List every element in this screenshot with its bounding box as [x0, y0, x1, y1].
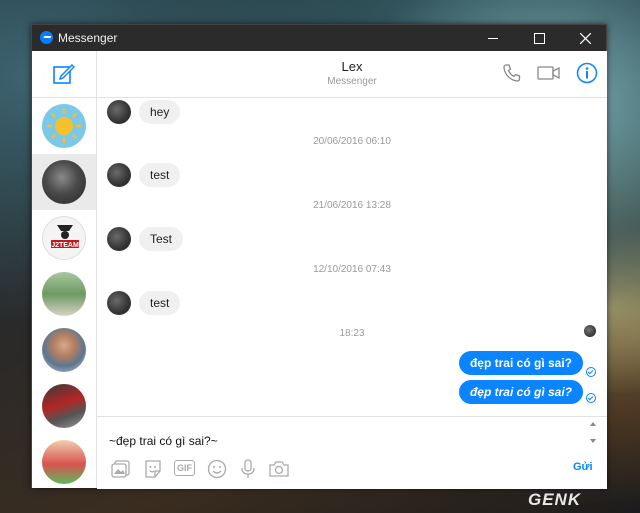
contact-item[interactable]	[32, 98, 96, 154]
maximize-icon	[533, 32, 545, 44]
contact-item[interactable]	[32, 266, 96, 322]
timestamp: 20/06/2016 06:10	[313, 136, 391, 147]
microphone-icon[interactable]	[238, 459, 258, 479]
message-row: Test	[97, 225, 607, 255]
watermark-logo: GENK	[528, 490, 582, 509]
person-avatar	[42, 272, 86, 316]
contact-item[interactable]	[32, 322, 96, 378]
message-composer: ~đẹp trai có gì sai?~ GIF Gửi	[97, 416, 607, 489]
outgoing-message[interactable]: đẹp trai có gì sai?	[458, 351, 583, 375]
timestamp: 18:23	[339, 328, 365, 339]
messenger-icon	[40, 31, 53, 44]
person-avatar	[42, 440, 86, 484]
emoji-icon[interactable]	[207, 459, 227, 479]
sender-avatar	[107, 291, 131, 315]
sender-avatar	[107, 163, 131, 187]
timestamp: 21/06/2016 13:28	[313, 200, 391, 211]
group-avatar	[42, 384, 86, 428]
sticker-icon[interactable]	[143, 459, 163, 479]
title-bar: Messenger	[32, 25, 606, 51]
contact-item-lex[interactable]	[32, 154, 96, 210]
j2team-logo: J2TEAM	[51, 225, 79, 249]
sent-check-icon	[586, 393, 596, 403]
sent-check-icon	[586, 367, 596, 377]
gif-icon[interactable]: GIF	[174, 460, 195, 476]
photo-icon[interactable]	[111, 459, 131, 479]
j2team-avatar: J2TEAM	[42, 216, 86, 260]
scroll-up-arrow[interactable]	[590, 422, 596, 426]
video-camera-icon[interactable]	[537, 63, 561, 83]
lex-avatar	[42, 160, 86, 204]
maximize-button[interactable]	[516, 25, 562, 51]
conversation-header: Lex Messenger	[97, 51, 607, 98]
messenger-window: Messenger J2TEAM Lex Messenger hey 20/06…	[31, 24, 607, 489]
timestamp: 12/10/2016 07:43	[313, 264, 391, 275]
contact-item[interactable]	[32, 378, 96, 434]
contact-item[interactable]: J2TEAM	[32, 210, 96, 266]
camera-icon[interactable]	[268, 459, 290, 479]
send-button[interactable]: Gửi	[573, 461, 593, 473]
info-icon[interactable]	[576, 62, 598, 84]
svg-text:J2TEAM: J2TEAM	[51, 242, 79, 249]
phone-icon[interactable]	[502, 63, 522, 83]
sender-avatar	[107, 227, 131, 251]
message-thread: hey 20/06/2016 06:10 test 21/06/2016 13:…	[97, 98, 607, 416]
contact-item[interactable]	[32, 434, 96, 488]
compose-icon[interactable]	[53, 63, 75, 85]
close-icon	[579, 32, 591, 44]
compose-area	[32, 51, 96, 98]
sun-icon	[47, 109, 81, 143]
conversation-sidebar: J2TEAM	[32, 51, 97, 488]
minimize-button[interactable]	[470, 25, 516, 51]
contact-name: Lex	[341, 59, 363, 74]
incoming-message[interactable]: test	[139, 291, 181, 315]
person-avatar	[42, 328, 86, 372]
incoming-message[interactable]: Test	[139, 227, 184, 251]
message-row: test	[97, 289, 607, 319]
sender-avatar	[107, 100, 131, 124]
contact-subtitle: Messenger	[327, 76, 377, 87]
incoming-message[interactable]: test	[139, 163, 181, 187]
scroll-down-arrow[interactable]	[590, 439, 596, 443]
message-input[interactable]: ~đẹp trai có gì sai?~	[109, 434, 218, 448]
window-title: Messenger	[58, 31, 118, 45]
sun-avatar	[42, 104, 86, 148]
close-button[interactable]	[562, 25, 608, 51]
outgoing-message[interactable]: đẹp trai có gì sai?	[458, 380, 583, 404]
message-row: hey	[97, 98, 607, 128]
message-row: test	[97, 161, 607, 191]
minimize-icon	[488, 37, 498, 39]
incoming-message[interactable]: hey	[139, 100, 181, 124]
